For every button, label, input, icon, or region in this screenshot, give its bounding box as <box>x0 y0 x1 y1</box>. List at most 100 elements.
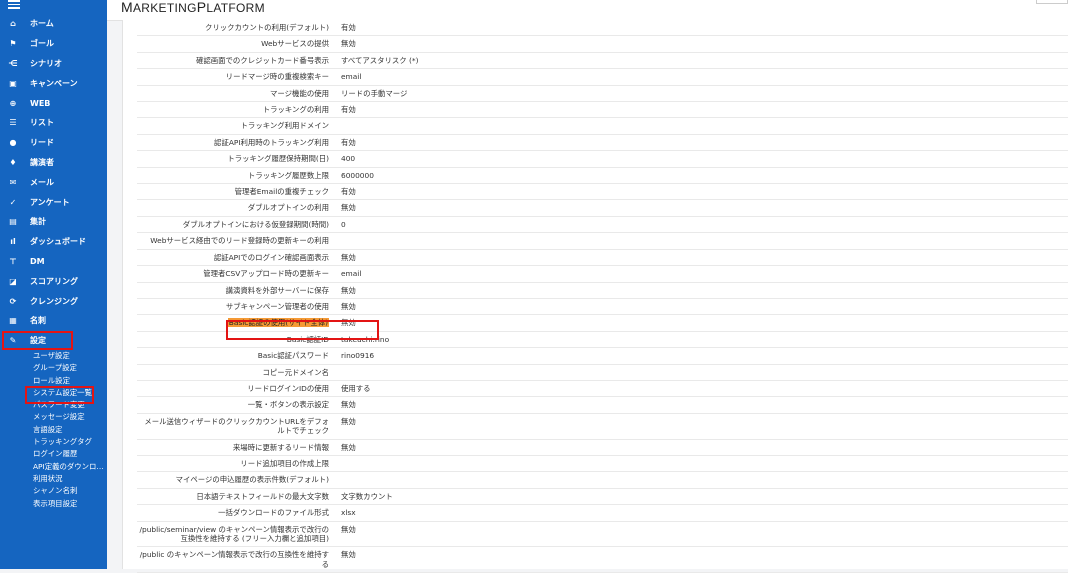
submenu-item-7[interactable]: トラッキングタグ <box>0 436 107 448</box>
submenu-item-8[interactable]: ログイン履歴 <box>0 448 107 460</box>
submenu-item-10[interactable]: 利用状況 <box>0 473 107 485</box>
sidebar-item-0[interactable]: ⌂ ホーム <box>0 14 107 34</box>
setting-label: /public/seminar/view のキャンペーン情報表示で改行の互換性を… <box>137 522 335 547</box>
setting-value: 文字数カウント <box>341 491 393 501</box>
table-row: 一覧・ボタンの表示設定 無効 <box>137 397 1068 414</box>
table-row: ダブルオプトインの利用 無効 <box>137 200 1068 217</box>
setting-label-text: メール送信ウィザードのクリックカウントURLをデフォルトでチェック <box>144 416 329 436</box>
sidebar-nav: ⌂ ホーム ⚑ ゴール ⋲ シナリオ ▣ キャンペーン ⊕ WEB ☰ リスト ● リード ♦ 講演者 ✉ メール… <box>0 14 107 351</box>
mic-icon: ♦ <box>9 157 17 167</box>
submenu-item-6[interactable]: 言語設定 <box>0 424 107 436</box>
table-row: 講演資料を外部サーバーに保存 無効 <box>137 283 1068 299</box>
setting-label-text: トラッキング履歴数上限 <box>247 170 329 180</box>
top-right-button[interactable] <box>1036 0 1068 4</box>
table-row: リードマージ時の重複検索キー email <box>137 69 1068 86</box>
setting-value: 有効 <box>341 105 356 115</box>
sidebar-item-9[interactable]: ✓ アンケート <box>0 192 107 212</box>
setting-label-text: 一覧・ボタンの表示設定 <box>247 400 329 410</box>
setting-value: 無効 <box>341 285 356 295</box>
table-row: 来場時に更新するリード情報 無効 <box>137 440 1068 456</box>
table-row: トラッキング履歴保持期間(日) 400 <box>137 151 1068 168</box>
setting-label: 一括ダウンロードのファイル形式 <box>137 505 335 520</box>
submenu-item-11[interactable]: シャノン名刺 <box>0 485 107 497</box>
setting-label-text: 認証API利用時のトラッキング利用 <box>214 137 329 147</box>
sidebar-item-label: ゴール <box>30 39 54 49</box>
highlight-box-system-settings <box>25 386 94 404</box>
table-row: ダブルオプトインにおける仮登録期間(時間) 0 <box>137 217 1068 234</box>
setting-label: Webサービスの提供 <box>137 36 335 51</box>
table-row: Webサービス経由でのリード登録時の更新キーの利用 <box>137 233 1068 250</box>
sidebar-item-7[interactable]: ♦ 講演者 <box>0 153 107 173</box>
submenu-item-1[interactable]: グループ設定 <box>0 362 107 374</box>
setting-value: rino0916 <box>341 351 375 361</box>
sidebar-item-13[interactable]: ◪ スコアリング <box>0 271 107 291</box>
setting-label: 確認画面でのクレジットカード番号表示 <box>137 53 335 68</box>
setting-label-text: Webサービス経由でのリード登録時の更新キーの利用 <box>150 236 329 246</box>
table-row: 管理者CSVアップロード時の更新キー email <box>137 266 1068 283</box>
table-row: リード追加項目の作成上限 <box>137 456 1068 473</box>
sidebar-item-label: リスト <box>30 118 54 128</box>
setting-label-text: マイページの申込履歴の表示件数(デフォルト) <box>175 475 329 485</box>
setting-label: サブキャンペーン管理者の使用 <box>137 299 335 314</box>
setting-label-text: トラッキングの利用 <box>262 105 329 115</box>
setting-value: 有効 <box>341 137 356 147</box>
setting-label: /public のキャンペーン情報表示で改行の互換性を維持する <box>137 547 335 572</box>
sidebar-item-label: スコアリング <box>30 276 78 286</box>
setting-label-text: 講演資料を外部サーバーに保存 <box>225 285 329 295</box>
tally-icon: ▤ <box>9 217 17 227</box>
sidebar-item-label: シナリオ <box>30 58 62 68</box>
setting-label: マージ機能の使用 <box>137 86 335 101</box>
setting-label: 講演資料を外部サーバーに保存 <box>137 283 335 298</box>
hamburger-menu-icon[interactable] <box>8 0 20 9</box>
sidebar-item-label: ホーム <box>30 19 54 29</box>
sidebar-item-4[interactable]: ⊕ WEB <box>0 93 107 113</box>
setting-value: xlsx <box>341 508 356 518</box>
flag-icon: ⚑ <box>9 39 17 49</box>
sidebar-item-8[interactable]: ✉ メール <box>0 172 107 192</box>
setting-value: email <box>341 72 362 82</box>
user-icon: ● <box>9 138 17 148</box>
setting-label-text: 確認画面でのクレジットカード番号表示 <box>195 55 329 65</box>
sidebar-item-10[interactable]: ▤ 集計 <box>0 212 107 232</box>
sidebar-item-5[interactable]: ☰ リスト <box>0 113 107 133</box>
sidebar-item-12[interactable]: ⊤ DM <box>0 252 107 272</box>
setting-label-text: 来場時に更新するリード情報 <box>232 442 329 452</box>
setting-label: リードマージ時の重複検索キー <box>137 69 335 84</box>
table-row: メール送信ウィザードのクリックカウントURLをデフォルトでチェック 無効 <box>137 414 1068 440</box>
table-row: クリックカウントの利用(デフォルト) 有効 <box>137 20 1068 37</box>
setting-label-text: マージ機能の使用 <box>270 88 329 98</box>
sidebar-item-3[interactable]: ▣ キャンペーン <box>0 73 107 93</box>
sidebar-item-15[interactable]: ▦ 名刺 <box>0 311 107 331</box>
sidebar-item-14[interactable]: ⟳ クレンジング <box>0 291 107 311</box>
setting-value <box>335 233 341 248</box>
globe-icon: ⊕ <box>9 98 17 108</box>
sidebar-item-1[interactable]: ⚑ ゴール <box>0 34 107 54</box>
table-row: 認証APIでのログイン確認画面表示 無効 <box>137 250 1068 267</box>
submenu-item-12[interactable]: 表示項目設定 <box>0 498 107 510</box>
sidebar-item-11[interactable]: ıl ダッシュボード <box>0 232 107 252</box>
table-row: トラッキング履歴数上限 6000000 <box>137 168 1068 185</box>
submenu-item-9[interactable]: API定義のダウンロ… <box>0 461 107 473</box>
setting-label: 認証API利用時のトラッキング利用 <box>137 135 335 150</box>
setting-label-text: Webサービスの提供 <box>261 39 329 49</box>
home-icon: ⌂ <box>10 19 16 29</box>
cleansing-icon: ⟳ <box>9 296 17 306</box>
submenu-item-0[interactable]: ユーザ設定 <box>0 350 107 362</box>
settings-table: クリックカウントの利用(デフォルト) 有効 Webサービスの提供無効 確認画面でのクレ… <box>137 20 1068 573</box>
sidebar-item-2[interactable]: ⋲ シナリオ <box>0 54 107 74</box>
setting-value: 無効 <box>341 524 356 534</box>
highlight-box-basic-auth <box>226 320 379 340</box>
check-icon: ✓ <box>9 197 17 207</box>
sidebar-item-6[interactable]: ● リード <box>0 133 107 153</box>
sidebar-item-label: アンケート <box>30 197 70 207</box>
bar-chart-icon: ıl <box>10 237 16 247</box>
submenu-item-5[interactable]: メッセージ設定 <box>0 411 107 423</box>
setting-label-text: ダブルオプトインの利用 <box>247 203 329 213</box>
setting-label-text: Basic認証パスワード <box>257 351 329 361</box>
table-row: コピー元ドメイン名 <box>137 365 1068 381</box>
mail-icon: ✉ <box>9 177 17 187</box>
table-row: マイページの申込履歴の表示件数(デフォルト) <box>137 472 1068 489</box>
sidebar: ⌂ ホーム ⚑ ゴール ⋲ シナリオ ▣ キャンペーン ⊕ WEB ☰ リスト ● リード ♦ 講演者 ✉ メール… <box>0 0 107 569</box>
setting-value: 6000000 <box>341 170 374 180</box>
table-row: 日本語テキストフィールドの最大文字数 文字数カウント <box>137 489 1068 506</box>
